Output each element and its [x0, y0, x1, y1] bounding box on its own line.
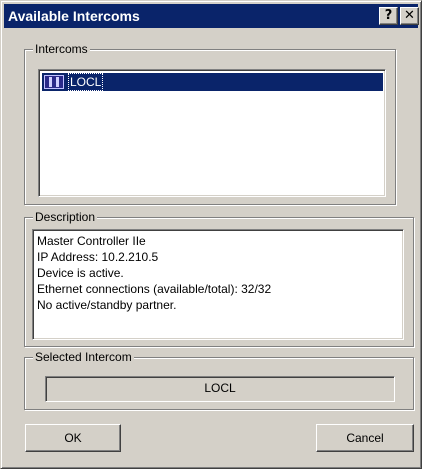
window-title: Available Intercoms — [8, 8, 140, 24]
help-button[interactable]: ? — [379, 7, 398, 25]
intercom-icon — [44, 75, 64, 89]
selected-intercom-field: LOCL — [45, 376, 395, 402]
description-box: Master Controller IIe IP Address: 10.2.2… — [32, 229, 404, 340]
cancel-button[interactable]: Cancel — [316, 424, 414, 452]
description-line: Master Controller IIe — [37, 234, 146, 248]
description-group: Description Master Controller IIe IP Add… — [24, 209, 414, 347]
list-item-label: LOCL — [68, 73, 104, 91]
description-line: IP Address: 10.2.210.5 — [37, 250, 159, 264]
intercoms-legend: Intercoms — [33, 41, 90, 57]
description-line: No active/standby partner. — [37, 298, 177, 312]
description-line: Device is active. — [37, 266, 124, 280]
dialog-window: Available Intercoms ? ✕ Intercoms LOCL D… — [0, 0, 422, 469]
description-text: Master Controller IIe IP Address: 10.2.2… — [37, 233, 271, 313]
list-item-locl[interactable]: LOCL — [42, 73, 383, 91]
selected-intercom-group: Selected Intercom LOCL — [24, 349, 414, 410]
intercoms-group: Intercoms LOCL — [24, 41, 396, 205]
description-line: Ethernet connections (available/total): … — [37, 282, 272, 296]
title-bar[interactable]: Available Intercoms ? ✕ — [4, 4, 419, 28]
intercoms-listbox[interactable]: LOCL — [38, 69, 386, 197]
selected-intercom-legend: Selected Intercom — [33, 349, 134, 365]
ok-button[interactable]: OK — [25, 424, 121, 452]
close-button[interactable]: ✕ — [400, 7, 419, 25]
close-icon: ✕ — [404, 8, 415, 23]
description-legend: Description — [33, 209, 98, 225]
